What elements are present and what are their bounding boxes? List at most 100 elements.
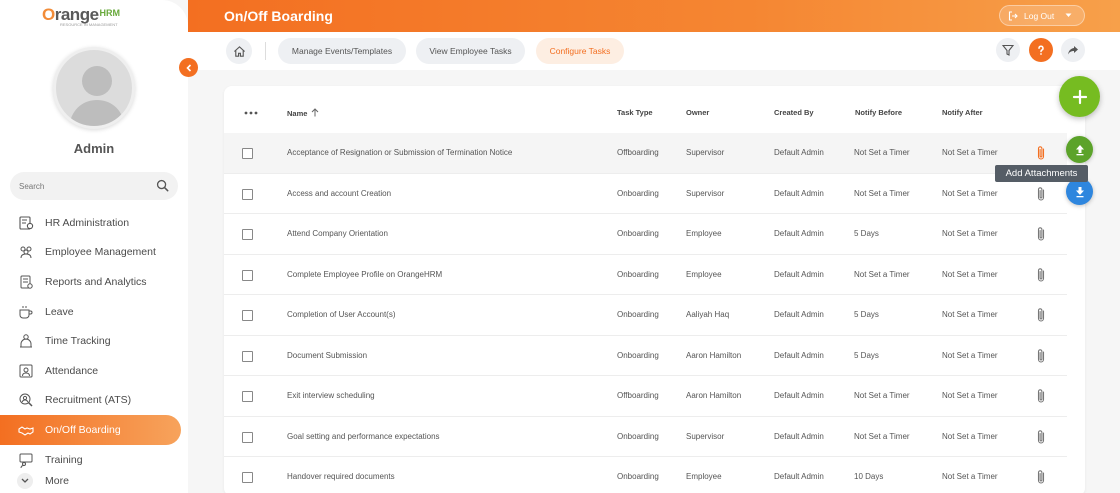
column-header-name[interactable]: Name (287, 108, 319, 118)
help-button[interactable] (1029, 38, 1053, 62)
share-button[interactable] (1061, 38, 1085, 62)
cell-created-by: Default Admin (774, 310, 824, 319)
avatar[interactable] (53, 47, 135, 129)
paperclip-icon[interactable] (1034, 267, 1048, 283)
cell-task-name: Acceptance of Resignation or Submission … (287, 148, 513, 157)
cell-task-name: Goal setting and performance expectation… (287, 431, 440, 441)
download-button[interactable] (1066, 178, 1093, 205)
table-row[interactable]: Access and account Creation Onboarding Sup… (224, 174, 1067, 214)
table-row[interactable]: Handover required documents Onboarding Emp… (224, 457, 1067, 493)
cell-notify-before: 5 Days (854, 229, 879, 238)
sidebar-item-on-off-boarding[interactable]: On/Off Boarding (0, 415, 181, 445)
column-header-task-type: Task Type (617, 108, 653, 117)
page-title: On/Off Boarding (224, 8, 333, 24)
employees-icon (17, 243, 35, 261)
cell-task-name: Attend Company Orientation (287, 229, 388, 238)
table-row[interactable]: Complete Employee Profile on OrangeHRM On… (224, 255, 1067, 295)
row-checkbox[interactable] (242, 431, 253, 443)
row-checkbox[interactable] (242, 188, 253, 200)
toolbar: Manage Events/Templates View Employee Ta… (188, 32, 1120, 70)
row-checkbox[interactable] (242, 229, 253, 240)
paperclip-icon[interactable] (1034, 226, 1048, 242)
upload-button[interactable] (1066, 136, 1093, 163)
logout-button[interactable]: Log Out (999, 5, 1085, 26)
home-button[interactable] (226, 38, 252, 64)
search-icon[interactable] (156, 179, 169, 192)
sidebar-item-time-tracking[interactable]: Time Tracking (0, 326, 188, 356)
sidebar-more[interactable]: More (0, 470, 188, 492)
caret-down-icon (1065, 13, 1072, 17)
row-checkbox[interactable] (242, 350, 253, 362)
cell-created-by: Default Admin (774, 391, 824, 400)
share-arrow-icon (1068, 46, 1078, 55)
paperclip-icon[interactable] (1034, 469, 1048, 485)
table-row[interactable]: Attend Company Orientation Onboarding Empl… (224, 214, 1067, 255)
cell-notify-after: Not Set a Timer (942, 269, 998, 279)
sidebar-collapse-button[interactable] (179, 58, 198, 77)
sidebar-item-label: Reports and Analytics (45, 275, 147, 288)
cell-owner: Supervisor (686, 188, 725, 198)
logout-label: Log Out (1024, 10, 1055, 21)
home-icon (233, 45, 245, 57)
recruitment-icon (17, 391, 35, 409)
cell-task-type: Onboarding (617, 472, 659, 481)
sidebar-item-label: On/Off Boarding (45, 423, 121, 436)
tab-view-employee-tasks[interactable]: View Employee Tasks (416, 38, 525, 64)
logout-icon (1008, 10, 1018, 21)
cell-task-type: Onboarding (617, 310, 659, 319)
cell-task-type: Offboarding (617, 148, 659, 157)
sidebar-item-hr-administration[interactable]: HR Administration (0, 208, 188, 238)
sidebar-item-reports-and-analytics[interactable]: Reports and Analytics (0, 267, 188, 297)
download-icon (1075, 186, 1084, 197)
orangehrm-logo: Orange HRM RESOURCE IN MANAGEMENT (42, 6, 120, 28)
cell-owner: Supervisor (686, 148, 725, 157)
cell-notify-after: Not Set a Timer (942, 148, 998, 157)
time-tracking-icon (17, 332, 35, 350)
paperclip-icon[interactable] (1034, 307, 1048, 323)
tab-configure-tasks[interactable]: Configure Tasks (536, 38, 624, 64)
sidebar-item-label: Time Tracking (45, 335, 111, 348)
paperclip-icon[interactable] (1034, 186, 1048, 202)
cell-notify-before: Not Set a Timer (854, 188, 910, 198)
sidebar-item-employee-management[interactable]: Employee Management (0, 238, 188, 268)
sidebar-item-label: Attendance (45, 364, 99, 377)
chevron-down-icon (17, 473, 33, 489)
row-checkbox[interactable] (242, 310, 253, 321)
cell-task-type: Onboarding (617, 229, 659, 238)
table-row[interactable]: Document Submission Onboarding Aaron Hamil… (224, 336, 1067, 376)
row-checkbox[interactable] (242, 148, 253, 159)
top-header: On/Off Boarding Log Out (188, 0, 1120, 32)
sidebar-item-recruitment[interactable]: Recruitment (ATS) (0, 386, 188, 416)
add-task-button[interactable] (1059, 76, 1100, 117)
more-options-icon[interactable] (244, 111, 258, 115)
table-row[interactable]: Acceptance of Resignation or Submission … (224, 133, 1067, 174)
column-header-notify-after: Notify After (942, 108, 983, 117)
row-checkbox[interactable] (242, 472, 253, 483)
table-row[interactable]: Exit interview scheduling Offboarding Aaro… (224, 376, 1067, 417)
sidebar-item-label: Training (45, 453, 83, 466)
cell-owner: Aaliyah Haq (686, 310, 730, 319)
filter-button[interactable] (996, 38, 1020, 62)
paperclip-icon[interactable] (1034, 388, 1048, 404)
user-name: Admin (73, 141, 115, 156)
sidebar-item-leave[interactable]: Leave (0, 297, 188, 327)
search-input[interactable] (10, 172, 178, 200)
cell-task-type: Onboarding (617, 269, 659, 279)
row-checkbox[interactable] (242, 391, 253, 402)
sidebar: Orange HRM RESOURCE IN MANAGEMENT Admin … (0, 0, 188, 493)
tab-manage-events-templates[interactable]: Manage Events/Templates (278, 38, 406, 64)
cell-notify-after: Not Set a Timer (942, 391, 998, 400)
handshake-icon (17, 421, 35, 439)
paperclip-icon[interactable] (1034, 348, 1048, 364)
row-checkbox[interactable] (242, 269, 253, 281)
table-row[interactable]: Goal setting and performance expectation… (224, 417, 1067, 457)
paperclip-icon[interactable] (1034, 145, 1048, 161)
cell-notify-before: Not Set a Timer (854, 148, 910, 157)
upload-icon (1075, 144, 1084, 155)
leave-icon (17, 303, 35, 321)
sidebar-item-attendance[interactable]: Attendance (0, 356, 188, 386)
cell-notify-before: 5 Days (854, 350, 879, 360)
toolbar-divider (265, 42, 266, 60)
table-row[interactable]: Completion of User Account(s) Onboarding A… (224, 295, 1067, 336)
paperclip-icon[interactable] (1034, 429, 1048, 445)
